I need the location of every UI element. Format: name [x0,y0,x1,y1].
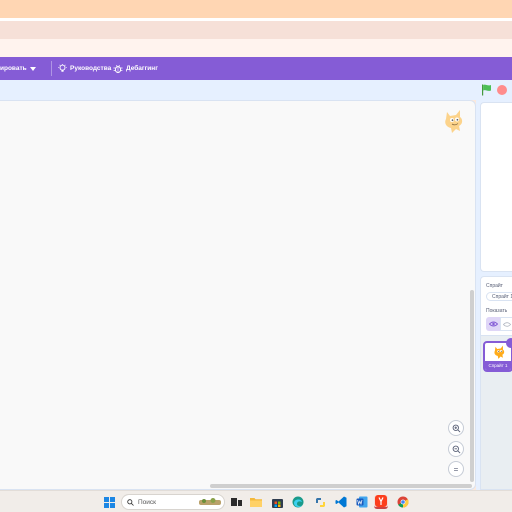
python-icon [315,497,325,507]
search-placeholder: Поиск [138,498,157,506]
workspace-vertical-scrollbar[interactable] [470,290,474,482]
debug-label: Дебаггинг [126,65,158,72]
stop-button[interactable] [497,85,507,95]
menu-divider [51,61,52,76]
browser-address-area [0,39,512,57]
green-flag-icon[interactable] [481,84,492,96]
show-visible-button[interactable] [486,317,500,331]
sprite-watermark-icon [445,110,463,133]
sprite-thumbnail-label: Спрайт 1 [485,361,511,370]
vscode-icon [335,496,347,508]
zoom-in-button[interactable] [448,420,464,436]
file-menu-label: ировать [0,65,27,72]
zoom-out-icon [452,445,460,453]
show-label: Показать [486,308,508,314]
cat-sprite-icon [494,345,505,359]
file-explorer-button[interactable] [249,495,263,509]
lightbulb-icon [58,64,67,72]
taskbar: Поиск [0,490,512,512]
python-button[interactable] [313,495,327,509]
word-button[interactable] [355,495,369,509]
delete-sprite-button[interactable] [506,338,512,348]
folder-icon [250,498,262,507]
workspace-horizontal-scrollbar[interactable] [210,484,472,488]
vscode-button[interactable] [334,495,348,509]
start-button[interactable] [102,495,116,509]
debug-button[interactable]: Дебаггинг [113,57,158,80]
chevron-down-icon [29,66,36,71]
eye-closed-icon [503,321,511,327]
yandex-button[interactable] [374,495,388,509]
zoom-out-button[interactable] [448,441,464,457]
show-hidden-button[interactable] [500,317,512,331]
tutorials-button[interactable]: Руководства [58,57,111,80]
search-icon [127,498,134,506]
code-workspace[interactable] [0,100,476,490]
word-icon [356,496,368,508]
zoom-reset-button[interactable]: = [448,461,464,477]
browser-top-band [0,0,512,18]
stage-header [0,80,512,100]
file-menu[interactable]: ировать [0,57,36,80]
stage-canvas[interactable] [480,102,512,272]
sprite-info-panel: Спрайт Спрайт 1 Показать [480,276,512,336]
bug-icon [113,64,123,73]
chrome-icon [397,496,409,508]
browser-tab-strip [0,21,512,39]
store-icon [271,498,283,508]
sprite-name-field[interactable]: Спрайт 1 [486,292,512,301]
zoom-in-icon [452,424,460,432]
task-view-icon [230,498,242,506]
task-view-button[interactable] [229,495,243,509]
tutorials-label: Руководства [70,65,112,72]
menu-bar: ировать Руководства Дебаггинг [0,57,512,80]
eye-icon [488,321,498,327]
edge-icon [292,496,304,508]
chrome-button[interactable] [396,495,410,509]
taskbar-search[interactable]: Поиск [121,494,225,510]
edge-button[interactable] [291,495,305,509]
search-highlight-icon [199,498,221,505]
zoom-reset-label: = [453,464,459,474]
store-button[interactable] [270,495,284,509]
windows-icon [103,496,115,508]
sprite-label: Спрайт [486,283,503,289]
yandex-icon [375,495,387,507]
